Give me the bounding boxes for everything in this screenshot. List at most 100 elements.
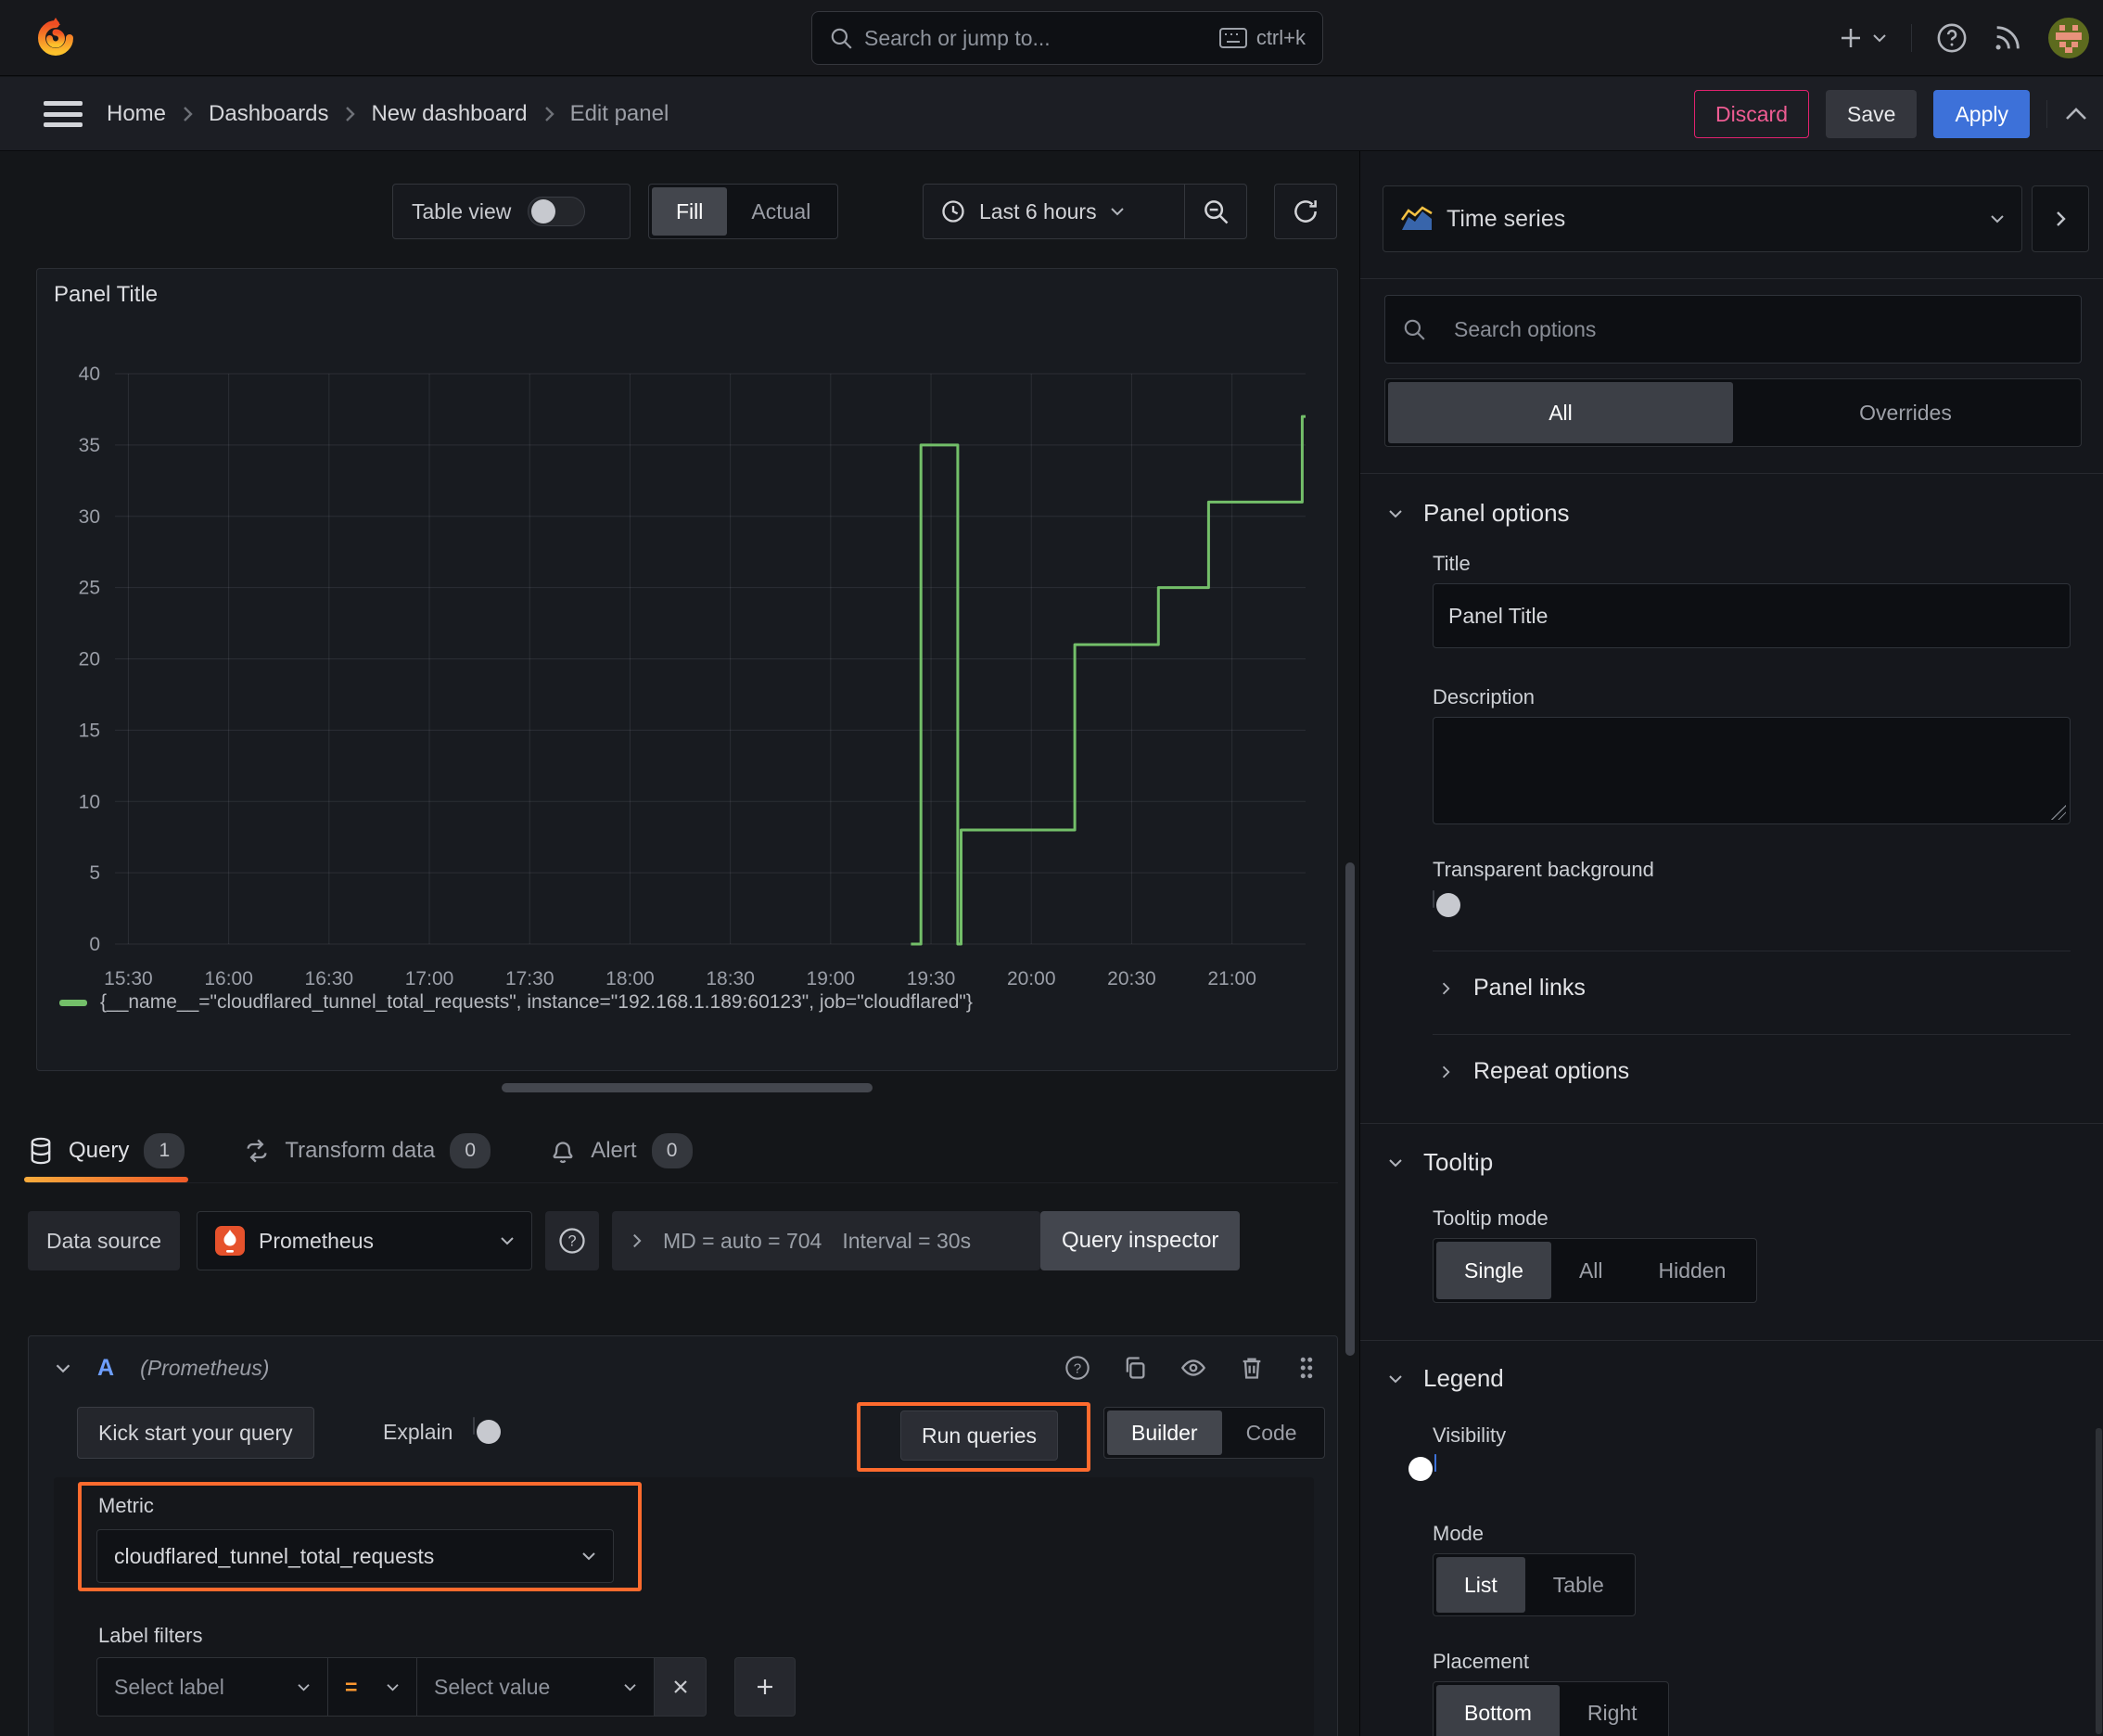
toggle-visibility-icon[interactable] xyxy=(1179,1355,1207,1381)
zoom-out-button[interactable] xyxy=(1185,185,1246,238)
tab-overrides[interactable]: Overrides xyxy=(1733,382,2078,443)
chevron-down-icon[interactable] xyxy=(55,1362,71,1374)
svg-text:18:30: 18:30 xyxy=(706,968,755,989)
search-options-box[interactable] xyxy=(1384,295,2082,364)
add-new-button[interactable] xyxy=(1837,24,1887,52)
search-input[interactable] xyxy=(864,25,1208,51)
tab-alert[interactable]: Alert 0 xyxy=(550,1118,693,1182)
tab-all[interactable]: All xyxy=(1388,382,1733,443)
legend-mode-table[interactable]: Table xyxy=(1525,1557,1632,1613)
code-option[interactable]: Code xyxy=(1222,1410,1321,1455)
search-options-input[interactable] xyxy=(1439,316,2064,342)
datasource-help-button[interactable]: ? xyxy=(545,1211,599,1270)
explain-toggle[interactable] xyxy=(473,1417,501,1444)
collapse-options-button[interactable] xyxy=(2064,106,2088,122)
scrollbar-thumb[interactable] xyxy=(1345,862,1355,1356)
transparent-background-toggle[interactable] xyxy=(1433,890,1460,917)
select-value-dropdown[interactable]: Select value xyxy=(417,1657,655,1717)
transform-count-badge: 0 xyxy=(450,1132,491,1168)
legend-visibility-toggle[interactable] xyxy=(1408,1454,1436,1481)
drag-handle-icon[interactable] xyxy=(1296,1354,1317,1382)
keyboard-icon xyxy=(1218,28,1247,48)
chevron-down-icon xyxy=(1389,1158,1402,1167)
news-rss-button[interactable] xyxy=(1992,22,2023,54)
panel-options-header[interactable]: Panel options xyxy=(1388,499,1570,528)
tab-query[interactable]: Query 1 xyxy=(24,1118,189,1182)
query-stats: MD = auto = 704 Interval = 30s xyxy=(612,1211,1040,1270)
svg-text:10: 10 xyxy=(79,791,100,812)
help-button[interactable] xyxy=(1936,22,1968,54)
tooltip-mode-label: Tooltip mode xyxy=(1433,1206,1549,1230)
tab-transform-data[interactable]: Transform data 0 xyxy=(244,1118,491,1182)
visualization-select[interactable]: Time series xyxy=(1383,185,2022,252)
kickstart-query-button[interactable]: Kick start your query xyxy=(77,1407,314,1459)
select-label-dropdown[interactable]: Select label xyxy=(96,1657,328,1717)
legend-mode-list[interactable]: List xyxy=(1436,1557,1525,1613)
legend-placement-bottom[interactable]: Bottom xyxy=(1436,1685,1560,1736)
panel-title-input[interactable] xyxy=(1433,583,2071,648)
query-a-header: A (Prometheus) ? xyxy=(42,1344,1326,1392)
panel-links-section[interactable]: Panel links xyxy=(1440,975,1586,1002)
svg-text:17:00: 17:00 xyxy=(405,968,454,989)
tooltip-single-option[interactable]: Single xyxy=(1436,1242,1551,1299)
svg-text:35: 35 xyxy=(79,435,100,456)
avatar[interactable] xyxy=(2047,17,2090,59)
chevron-right-icon xyxy=(2057,211,2066,226)
discard-button[interactable]: Discard xyxy=(1694,90,1810,138)
breadcrumb-new-dashboard[interactable]: New dashboard xyxy=(371,101,527,127)
collapse-sidebar-button[interactable] xyxy=(2032,185,2089,252)
resize-corner-icon[interactable] xyxy=(2051,805,2066,820)
description-textarea[interactable] xyxy=(1433,717,2071,824)
builder-option[interactable]: Builder xyxy=(1107,1410,1222,1455)
time-range-picker[interactable]: Last 6 hours xyxy=(924,198,1184,224)
duplicate-query-icon[interactable] xyxy=(1122,1355,1148,1381)
tooltip-header[interactable]: Tooltip xyxy=(1388,1148,1493,1177)
transparent-background-label: Transparent background xyxy=(1433,858,1654,881)
tooltip-hidden-option[interactable]: Hidden xyxy=(1631,1242,1754,1299)
save-button[interactable]: Save xyxy=(1826,90,1918,138)
chevron-down-icon xyxy=(1389,1374,1402,1383)
legend-header[interactable]: Legend xyxy=(1388,1364,1504,1393)
query-count-badge: 1 xyxy=(144,1132,185,1168)
run-queries-button[interactable]: Run queries xyxy=(900,1410,1059,1461)
timeseries-chart[interactable]: 0 5 10 15 20 25 30 35 40 15:30 16:00 16:30 17:00 17:3… xyxy=(37,269,1337,1070)
remove-filter-button[interactable] xyxy=(655,1657,707,1717)
breadcrumb-dashboards[interactable]: Dashboards xyxy=(209,101,328,127)
sidebar-scrollbar-thumb[interactable] xyxy=(2096,1428,2102,1734)
search-shortcut: ctrl+k xyxy=(1255,26,1306,49)
legend-placement-right[interactable]: Right xyxy=(1560,1685,1665,1736)
query-help-icon[interactable]: ? xyxy=(1064,1355,1090,1381)
query-inspector-button[interactable]: Query inspector xyxy=(1040,1211,1241,1270)
actual-option[interactable]: Actual xyxy=(727,187,835,236)
topbar-actions xyxy=(1837,0,2090,76)
panel-resize-handle[interactable] xyxy=(502,1083,873,1092)
menu-toggle-button[interactable] xyxy=(42,97,84,131)
svg-text:21:00: 21:00 xyxy=(1207,968,1256,989)
query-ref-id[interactable]: A xyxy=(97,1355,114,1382)
tooltip-all-option[interactable]: All xyxy=(1551,1242,1631,1299)
grafana-logo[interactable] xyxy=(33,16,78,60)
delete-query-icon[interactable] xyxy=(1239,1355,1265,1381)
breadcrumb-edit-panel: Edit panel xyxy=(569,101,669,126)
apply-button[interactable]: Apply xyxy=(1933,90,2030,138)
breadcrumb-separator-icon xyxy=(181,104,194,124)
svg-text:40: 40 xyxy=(79,364,100,385)
legend-swatch xyxy=(59,999,87,1006)
fill-option[interactable]: Fill xyxy=(652,187,728,236)
table-view-toggle[interactable] xyxy=(528,197,586,226)
legend-item[interactable]: {__name__="cloudflared_tunnel_total_requ… xyxy=(59,991,973,1014)
global-search[interactable]: ctrl+k xyxy=(811,11,1323,65)
explain-label: Explain xyxy=(383,1420,453,1444)
repeat-options-section[interactable]: Repeat options xyxy=(1440,1058,1629,1085)
search-icon xyxy=(829,26,853,50)
chevron-down-icon xyxy=(1991,215,2004,223)
label-filters-label: Label filters xyxy=(98,1624,203,1647)
metric-select[interactable]: cloudflared_tunnel_total_requests xyxy=(96,1529,614,1583)
operator-dropdown[interactable]: = xyxy=(328,1657,417,1717)
add-filter-button[interactable] xyxy=(734,1657,796,1717)
query-datasource-hint: (Prometheus) xyxy=(140,1355,270,1380)
chevron-down-icon xyxy=(501,1237,514,1245)
breadcrumb-home[interactable]: Home xyxy=(107,101,166,127)
datasource-select[interactable]: Prometheus xyxy=(197,1211,532,1270)
refresh-button[interactable] xyxy=(1274,184,1337,239)
